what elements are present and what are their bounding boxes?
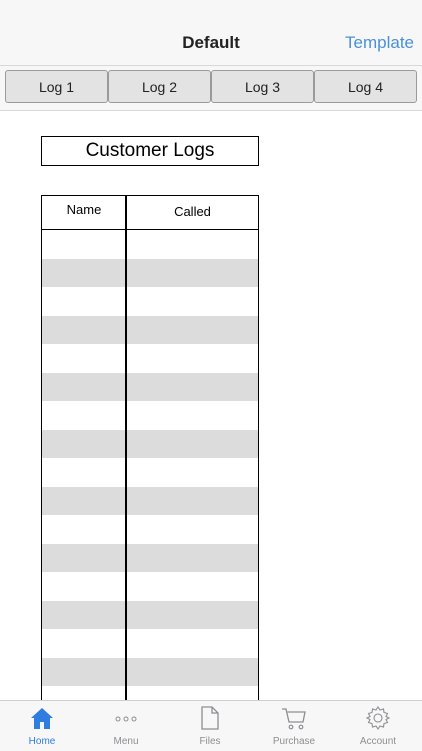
template-button[interactable]: Template [345, 33, 414, 53]
customer-logs-title: Customer Logs [41, 136, 259, 166]
tab-purchase[interactable]: Purchase [252, 701, 336, 751]
column-header-called: Called [174, 204, 211, 219]
table-row[interactable] [42, 372, 258, 401]
log-tabs: Log 1 Log 2 Log 3 Log 4 [0, 65, 422, 111]
table-row[interactable] [42, 515, 258, 544]
more-icon [115, 716, 137, 722]
bottom-tab-bar: Home Menu Files Purchase Account [0, 700, 422, 751]
navigation-bar: Default Template [0, 0, 422, 65]
tab-log-4[interactable]: Log 4 [314, 70, 417, 103]
table-row[interactable] [42, 600, 258, 629]
tab-log-2[interactable]: Log 2 [108, 70, 211, 103]
table-row[interactable] [42, 657, 258, 686]
tab-files-label: Files [199, 736, 221, 747]
column-header-name: Name [66, 202, 102, 217]
table-row[interactable] [42, 315, 258, 344]
table-row[interactable] [42, 572, 258, 601]
tab-log-3[interactable]: Log 3 [211, 70, 314, 103]
tab-files[interactable]: Files [168, 701, 252, 751]
table-row[interactable] [42, 230, 258, 259]
table-row[interactable] [42, 401, 258, 430]
tab-home[interactable]: Home [0, 701, 84, 751]
log-table: Name Called [41, 195, 259, 700]
gear-icon [366, 706, 390, 730]
file-icon [201, 706, 219, 730]
table-header: Name Called [42, 196, 258, 230]
tab-account-label: Account [359, 736, 397, 747]
tab-menu[interactable]: Menu [84, 701, 168, 751]
tab-log-1[interactable]: Log 1 [5, 70, 108, 103]
tab-account[interactable]: Account [336, 701, 420, 751]
table-row[interactable] [42, 458, 258, 487]
table-row[interactable] [42, 543, 258, 572]
table-row[interactable] [42, 429, 258, 458]
tab-home-label: Home [28, 736, 56, 747]
table-row[interactable] [42, 486, 258, 515]
tab-menu-label: Menu [113, 736, 139, 747]
table-row[interactable] [42, 686, 258, 700]
home-icon [31, 708, 53, 729]
tab-purchase-label: Purchase [272, 736, 316, 747]
table-row[interactable] [42, 258, 258, 287]
table-row[interactable] [42, 629, 258, 658]
cart-icon [282, 708, 306, 730]
table-row[interactable] [42, 287, 258, 316]
table-body [42, 230, 258, 700]
column-divider [125, 196, 127, 700]
table-row[interactable] [42, 344, 258, 373]
